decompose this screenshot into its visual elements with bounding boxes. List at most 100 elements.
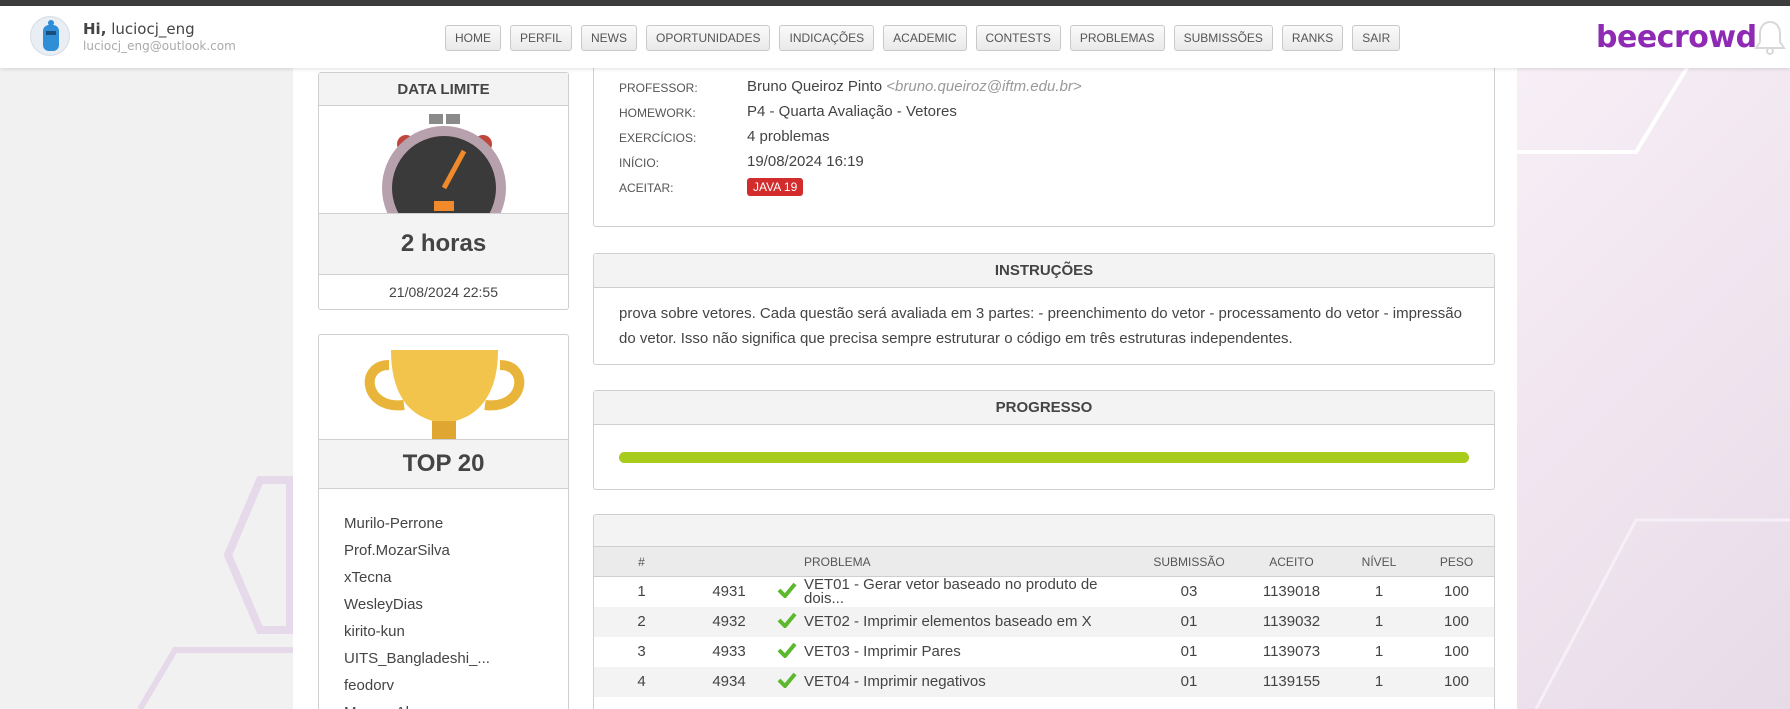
bell-icon[interactable]: [1754, 20, 1786, 60]
nav-sair[interactable]: SAIR: [1352, 25, 1401, 51]
deadline-title: DATA LIMITE: [319, 73, 568, 106]
nav-submissoes[interactable]: SUBMISSÕES: [1173, 25, 1273, 51]
problem-id[interactable]: 4931: [689, 577, 769, 607]
problem-id[interactable]: 4934: [689, 666, 769, 697]
row-number: 4: [594, 666, 689, 697]
top20-item[interactable]: WesleyDias: [344, 591, 490, 618]
submission-count: 01: [1180, 643, 1198, 660]
nav-contests[interactable]: CONTESTS: [975, 25, 1061, 51]
beecrowd-logo[interactable]: beecrowd: [1596, 20, 1757, 55]
col-weight: PESO: [1419, 546, 1494, 577]
greeting-label: Hi,: [83, 20, 107, 38]
table-row[interactable]: 4 4934 VET04 - Imprimir negativos 01 113…: [594, 666, 1494, 697]
professor-label: PROFESSOR:: [619, 81, 698, 95]
exercises-label: EXERCÍCIOS:: [619, 131, 697, 145]
top20-item[interactable]: Murilo-Perrone: [344, 510, 490, 537]
homework-label: HOMEWORK:: [619, 106, 696, 120]
deadline-card: DATA LIMITE 2 horas 21/08/2024 22:55: [318, 72, 569, 310]
table-header-row: # PROBLEMA SUBMISSÃO ACEITO NÍVEL PESO: [594, 546, 1494, 577]
nav-problemas[interactable]: PROBLEMAS: [1069, 25, 1165, 51]
problems-table: # PROBLEMA SUBMISSÃO ACEITO NÍVEL PESO 1…: [594, 546, 1494, 697]
exercises-value: 4 problemas: [747, 128, 830, 145]
top20-item[interactable]: kirito-kun: [344, 618, 490, 645]
professor-name: Bruno Queiroz Pinto: [747, 78, 883, 95]
col-level: NÍVEL: [1339, 546, 1419, 577]
nav-indicacoes[interactable]: INDICAÇÕES: [779, 25, 875, 51]
top20-item[interactable]: MoysesAlves: [344, 699, 490, 709]
main-nav: HOME PERFIL NEWS OPORTUNIDADES INDICAÇÕE…: [445, 25, 1401, 51]
deadline-date: 21/08/2024 22:55: [389, 284, 498, 300]
accepted-id[interactable]: 1139073: [1244, 637, 1339, 667]
problem-id[interactable]: 4932: [689, 606, 769, 637]
problem-name[interactable]: VET04 - Imprimir negativos: [804, 666, 1134, 697]
level: 1: [1374, 583, 1384, 601]
table-row[interactable]: 1 4931 VET01 - Gerar vetor baseado no pr…: [594, 577, 1494, 607]
professor-value: Bruno Queiroz Pinto <bruno.queiroz@iftm.…: [747, 78, 1082, 95]
problem-name[interactable]: VET03 - Imprimir Pares: [804, 637, 1134, 667]
accepted-id[interactable]: 1139018: [1244, 577, 1339, 607]
col-problem: PROBLEMA: [804, 546, 1134, 577]
weight: 100: [1443, 583, 1470, 601]
problem-name[interactable]: VET02 - Imprimir elementos baseado em X: [804, 606, 1134, 637]
homework-info-card: PROFESSOR: Bruno Queiroz Pinto <bruno.qu…: [593, 58, 1495, 227]
instructions-title: INSTRUÇÕES: [594, 254, 1494, 288]
nav-perfil[interactable]: PERFIL: [510, 25, 573, 51]
row-number: 1: [637, 583, 646, 601]
avatar[interactable]: [30, 16, 70, 56]
check-icon: [769, 577, 804, 607]
col-number: #: [594, 546, 689, 577]
accepted-id[interactable]: 1139032: [1244, 606, 1339, 637]
weight: 100: [1443, 643, 1470, 660]
nav-academic[interactable]: ACADEMIC: [883, 25, 967, 51]
problems-card-head: [594, 515, 1494, 546]
top20-card: TOP 20 Murilo-Perrone Prof.MozarSilva xT…: [318, 334, 569, 709]
submission-count: 01: [1134, 666, 1244, 697]
top20-item[interactable]: Prof.MozarSilva: [344, 537, 490, 564]
start-value: 19/08/2024 16:19: [747, 153, 864, 170]
stopwatch-icon: [319, 106, 568, 213]
professor-email[interactable]: <bruno.queiroz@iftm.edu.br>: [886, 78, 1081, 95]
top20-item[interactable]: xTecna: [344, 564, 490, 591]
problem-id[interactable]: 4933: [689, 637, 769, 667]
main-container: DATA LIMITE 2 horas 21/08/2024 22:55 TOP…: [293, 58, 1517, 709]
accepted-id[interactable]: 1139155: [1244, 666, 1339, 697]
homework-value: P4 - Quarta Avaliação - Vetores: [747, 103, 957, 120]
check-icon: [769, 637, 804, 667]
progress-bar: [619, 452, 1469, 463]
table-row[interactable]: 2 4932 VET02 - Imprimir elementos basead…: [594, 606, 1494, 637]
row-number: 2: [594, 606, 689, 637]
language-badge: JAVA 19: [747, 178, 804, 196]
nav-news[interactable]: NEWS: [581, 25, 638, 51]
user-email: luciocj_eng@outlook.com: [83, 39, 236, 53]
nav-ranks[interactable]: RANKS: [1281, 25, 1344, 51]
username[interactable]: luciocj_eng: [111, 20, 194, 38]
top20-title: TOP 20: [319, 439, 568, 489]
check-icon: [769, 606, 804, 637]
instructions-text: prova sobre vetores. Cada questão será a…: [619, 305, 1462, 347]
problems-card: # PROBLEMA SUBMISSÃO ACEITO NÍVEL PESO 1…: [593, 514, 1495, 709]
level: 1: [1339, 606, 1419, 637]
table-row[interactable]: 3 4933 VET03 - Imprimir Pares 01 1139073…: [594, 637, 1494, 667]
problem-name[interactable]: VET01 - Gerar vetor baseado no produto d…: [804, 577, 1134, 607]
col-id: [689, 546, 769, 577]
accept-label: ACEITAR:: [619, 181, 674, 195]
instructions-card: INSTRUÇÕES prova sobre vetores. Cada que…: [593, 253, 1495, 365]
nav-oportunidades[interactable]: OPORTUNIDADES: [646, 25, 771, 51]
col-status: [769, 546, 804, 577]
col-accepted: ACEITO: [1244, 546, 1339, 577]
top20-item[interactable]: feodorv: [344, 672, 490, 699]
top20-list: Murilo-Perrone Prof.MozarSilva xTecna We…: [344, 510, 490, 709]
top-header: Hi, luciocj_eng luciocj_eng@outlook.com …: [0, 6, 1790, 68]
row-number: 3: [637, 643, 646, 660]
trophy-icon: [319, 335, 568, 439]
col-submission: SUBMISSÃO: [1134, 546, 1244, 577]
submission-count: 03: [1180, 583, 1198, 601]
progress-bar-fill: [619, 452, 1469, 463]
nav-home[interactable]: HOME: [445, 25, 501, 51]
submission-count: 01: [1134, 606, 1244, 637]
level: 1: [1339, 666, 1419, 697]
top20-item[interactable]: UITS_Bangladeshi_...: [344, 645, 490, 672]
weight: 100: [1419, 666, 1494, 697]
user-greeting: Hi, luciocj_eng: [83, 20, 195, 38]
accept-value: JAVA 19: [747, 178, 804, 196]
